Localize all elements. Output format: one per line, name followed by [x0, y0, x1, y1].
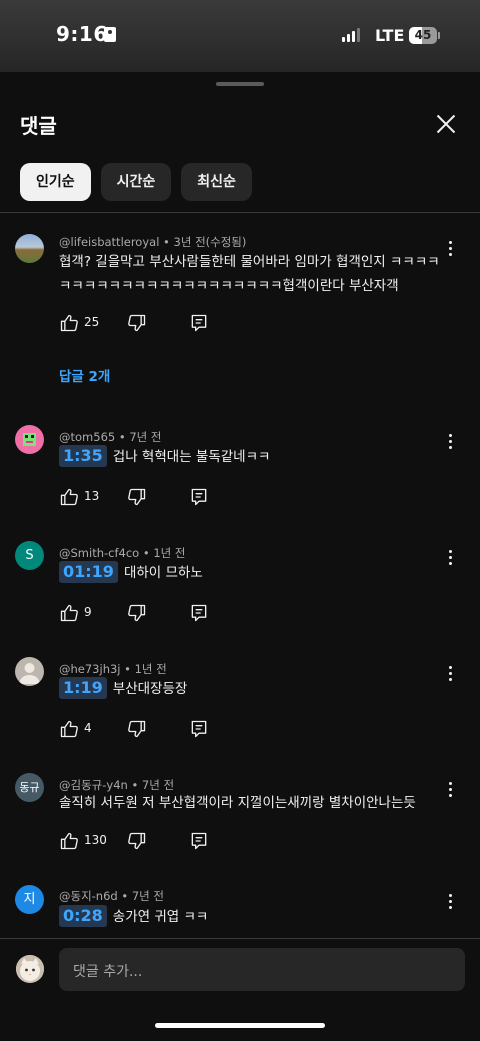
thumbs-down-icon[interactable]: [127, 487, 147, 507]
timestamp-link[interactable]: 01:19: [59, 561, 118, 583]
thumbs-up-icon[interactable]: [59, 487, 79, 507]
chip-time[interactable]: 시간순: [100, 163, 172, 201]
status-time: 9:16: [56, 22, 108, 46]
comment-actions: 9: [59, 603, 259, 625]
comment-age: 7년 전: [141, 778, 175, 792]
like-count: 25: [84, 315, 100, 329]
comment-age: 1년 전: [134, 662, 167, 676]
timestamp-link[interactable]: 0:28: [59, 905, 107, 927]
more-vertical-icon[interactable]: [446, 665, 454, 681]
comment-author[interactable]: @lifeisbattleroyal: [59, 235, 159, 249]
drag-handle[interactable]: [216, 82, 264, 86]
avatar-letter: 지: [23, 892, 36, 907]
chip-popular[interactable]: 인기순: [20, 163, 91, 201]
avatar[interactable]: S: [15, 541, 44, 570]
comment-author[interactable]: @tom565: [59, 430, 115, 444]
more-vertical-icon[interactable]: [446, 433, 454, 449]
more-vertical-icon[interactable]: [446, 549, 454, 565]
comment-actions: 130: [59, 831, 259, 853]
avatar[interactable]: [15, 425, 44, 454]
sort-chips: 인기순 시간순 최신순: [20, 163, 252, 201]
status-bar: 9:16 LTE 45: [0, 0, 480, 72]
thumbs-down-icon[interactable]: [127, 313, 147, 333]
comment-input[interactable]: 댓글 추가...: [59, 948, 465, 991]
cat-avatar-icon: [16, 955, 44, 983]
like-count: 13: [84, 489, 100, 503]
comment-author[interactable]: @Smith-cf4co: [59, 546, 139, 560]
comment-text: 솔직히 서두원 저 부산협객이라 지껄이는새끼랑 별차이안나는듯: [59, 795, 416, 811]
thumbs-down-icon[interactable]: [127, 603, 147, 623]
default-person-icon: [19, 663, 40, 684]
avatar-letter: 동규: [19, 781, 40, 794]
comment-text: 대하이 므하노: [123, 565, 203, 581]
comment-age: 1년 전: [153, 546, 186, 560]
signal-icon: [342, 28, 360, 42]
comment-input-placeholder: 댓글 추가...: [73, 964, 143, 980]
header-divider: [0, 212, 480, 213]
thumbs-down-icon[interactable]: [127, 719, 147, 739]
comment-age: 7년 전: [131, 889, 164, 903]
avatar: [16, 955, 44, 983]
battery-tip: [438, 32, 440, 39]
comment-author[interactable]: @김동규-y4n: [59, 778, 128, 792]
close-icon[interactable]: [432, 110, 460, 138]
timestamp-link[interactable]: 1:35: [59, 445, 107, 467]
reply-icon[interactable]: [189, 603, 209, 623]
comment-author[interactable]: @동지-n6d: [59, 889, 118, 903]
person-badge-icon: [104, 27, 116, 42]
timestamp-link[interactable]: 1:19: [59, 677, 107, 699]
thumbs-up-icon[interactable]: [59, 313, 79, 333]
more-vertical-icon[interactable]: [446, 240, 454, 256]
comment-actions: 13: [59, 487, 259, 509]
battery-percent: 45: [414, 28, 432, 42]
comment-text: 협객? 길을막고 부산사람들한테 물어바라 임마가 협객인지 ㅋㅋㅋㅋㅋㅋㅋㅋㅋ…: [59, 254, 440, 294]
replies-button[interactable]: 답글 2개: [59, 365, 110, 385]
more-vertical-icon[interactable]: [446, 781, 454, 797]
more-vertical-icon[interactable]: [446, 893, 454, 909]
network-label: LTE: [375, 26, 405, 45]
thumbs-up-icon[interactable]: [59, 831, 79, 851]
avatar-letter: S: [25, 548, 34, 563]
avatar[interactable]: [15, 234, 44, 263]
pixel-character-icon: [23, 433, 36, 446]
comment-actions: 4: [59, 719, 259, 741]
avatar[interactable]: [15, 657, 44, 686]
comment-actions: 25: [59, 313, 259, 335]
chip-newest[interactable]: 최신순: [181, 163, 252, 201]
comment-text: 송가연 귀엽 ㅋㅋ: [112, 909, 209, 925]
like-count: 130: [84, 833, 107, 847]
avatar[interactable]: 지: [15, 885, 44, 914]
comment-text: 겁나 혁혁대는 불독같네ㅋㅋ: [112, 449, 271, 465]
like-count: 9: [84, 605, 92, 619]
home-indicator[interactable]: [155, 1023, 325, 1028]
comment-composer: 댓글 추가...: [0, 938, 480, 1041]
comment-age: 7년 전: [129, 430, 162, 444]
comment-text: 부산대장등장: [112, 681, 188, 697]
reply-icon[interactable]: [189, 831, 209, 851]
reply-icon[interactable]: [189, 719, 209, 739]
avatar[interactable]: 동규: [15, 773, 44, 802]
sheet-title: 댓글: [20, 114, 57, 138]
thumbs-up-icon[interactable]: [59, 603, 79, 623]
thumbs-up-icon[interactable]: [59, 719, 79, 739]
battery-icon: 45: [409, 27, 437, 44]
like-count: 4: [84, 721, 92, 735]
comment-age: 3년 전(수정됨): [173, 235, 247, 249]
thumbs-down-icon[interactable]: [127, 831, 147, 851]
comment-author[interactable]: @he73jh3j: [59, 662, 121, 676]
reply-icon[interactable]: [189, 487, 209, 507]
reply-icon[interactable]: [189, 313, 209, 333]
